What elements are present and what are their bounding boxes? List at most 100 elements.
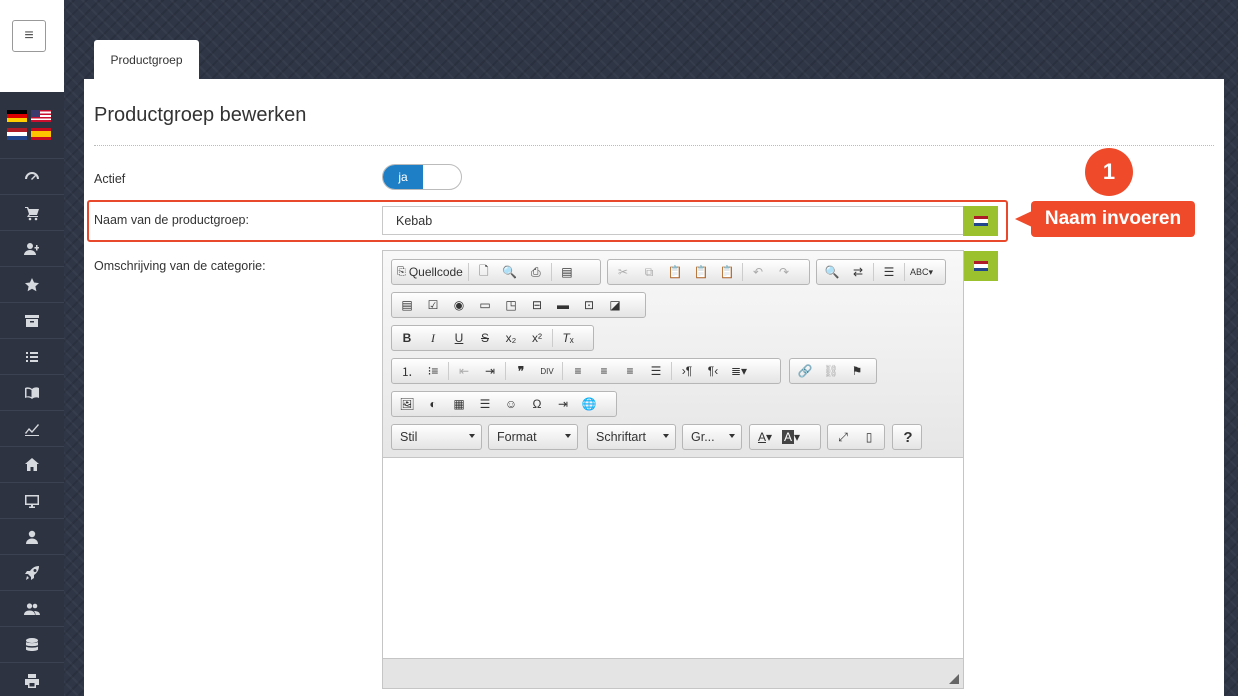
paste-button[interactable]: 📋 [662,261,688,283]
smiley-button[interactable]: ☺ [498,393,524,415]
checkbox-icon: ☑ [427,298,439,312]
hidden-field-button[interactable]: ◪ [602,294,628,316]
print-button[interactable]: ⎙ [523,261,549,283]
horizontal-rule-button[interactable]: ☰ [472,393,498,415]
align-left-button[interactable]: ≡ [565,360,591,382]
menu-toggle-button[interactable]: ≡ [12,20,46,52]
sidebar-item-statistics[interactable] [0,410,64,446]
blockquote-button[interactable]: ❞ [508,360,534,382]
numbered-list-button[interactable]: ⒈ [394,360,420,382]
align-right-icon: ≡ [626,364,634,378]
flag-us-icon[interactable] [31,110,51,122]
image-button[interactable]: 🖼 [394,393,420,415]
name-language-button[interactable] [963,206,998,236]
editor-toolbar: ⎘ Quellcode 🗋 🔍 ⎙ ▤ ✂ ⧉ 📋 📋 📋 ↶ ↷ 🔍 ⇄ ☰ [383,251,963,458]
special-char-button[interactable]: Ω [524,393,550,415]
sidebar-item-list[interactable] [0,338,64,374]
source-icon: ⎘ [397,265,406,278]
chart-icon [25,423,39,436]
sidebar-item-display[interactable] [0,482,64,518]
bg-color-button[interactable]: A ▾ [778,426,804,448]
resize-handle-icon[interactable] [949,674,959,684]
sidebar-item-database[interactable] [0,626,64,662]
show-blocks-button[interactable]: ▯ [856,426,882,448]
rtl-button[interactable]: ¶‹ [700,360,726,382]
new-page-button[interactable]: 🗋 [471,261,497,283]
sidebar-item-cart[interactable] [0,194,64,230]
bold-button[interactable]: B [394,327,420,349]
superscript-button[interactable]: x² [524,327,550,349]
flag-es-icon[interactable] [31,128,51,140]
redo-button[interactable]: ↷ [771,261,797,283]
textarea-button[interactable]: ◳ [498,294,524,316]
cut-button[interactable]: ✂ [610,261,636,283]
flash-button[interactable]: ◐ [420,393,446,415]
sidebar-item-favorites[interactable] [0,266,64,302]
sidebar-item-catalog[interactable] [0,374,64,410]
flag-nl-icon[interactable] [7,128,27,140]
format-combo[interactable]: Format [488,424,578,450]
indent-button[interactable]: ⇥ [477,360,503,382]
preview-button[interactable]: 🔍 [497,261,523,283]
tab-productgroep[interactable]: Productgroep [94,40,199,79]
sidebar-item-archive[interactable] [0,302,64,338]
name-input[interactable] [382,206,964,235]
font-combo[interactable]: Schriftart [587,424,676,450]
select-field-button[interactable]: ⊟ [524,294,550,316]
sidebar-item-home[interactable] [0,446,64,482]
italic-button[interactable]: I [420,327,446,349]
print-icon: ⎙ [531,264,541,279]
source-button[interactable]: ⎘ Quellcode [394,261,466,283]
text-field-button[interactable]: ▭ [472,294,498,316]
checkbox-button[interactable]: ☑ [420,294,446,316]
underline-button[interactable]: U [446,327,472,349]
image-button-field-button[interactable]: ⊡ [576,294,602,316]
sidebar-item-customers[interactable] [0,590,64,626]
toolbar-group-paragraph: ⒈ ⁝≡ ⇤ ⇥ ❞ DIV ≡ ≡ ≡ ☰ ›¶ ¶‹ ≣▾ [391,358,781,384]
editor-content-area[interactable] [383,459,963,659]
find-button[interactable]: 🔍 [819,261,845,283]
radio-button[interactable]: ◉ [446,294,472,316]
align-right-button[interactable]: ≡ [617,360,643,382]
spellcheck-button[interactable]: ABC▾ [907,261,936,283]
description-language-button[interactable] [963,251,998,281]
outdent-button[interactable]: ⇤ [451,360,477,382]
remove-format-button[interactable]: Tₓ [555,327,581,349]
sidebar-item-launch[interactable] [0,554,64,590]
button-field-button[interactable]: ▬ [550,294,576,316]
strike-button[interactable]: S [472,327,498,349]
page-break-button[interactable]: ⇥ [550,393,576,415]
bulleted-list-button[interactable]: ⁝≡ [420,360,446,382]
size-combo[interactable]: Gr... [682,424,742,450]
unlink-button[interactable]: ⛓ [818,360,844,382]
flag-de-icon[interactable] [7,110,27,122]
active-toggle[interactable]: ja [382,164,462,190]
align-center-button[interactable]: ≡ [591,360,617,382]
form-button[interactable]: ▤ [394,294,420,316]
sidebar-item-dashboard[interactable] [0,158,64,194]
help-button[interactable]: ? [895,426,921,448]
replace-button[interactable]: ⇄ [845,261,871,283]
paste-word-button[interactable]: 📋 [714,261,740,283]
maximize-button[interactable]: ⤢ [830,426,856,448]
sidebar-item-print[interactable] [0,662,64,696]
sidebar-item-account[interactable] [0,518,64,554]
undo-button[interactable]: ↶ [745,261,771,283]
paste-text-button[interactable]: 📋 [688,261,714,283]
text-color-button[interactable]: A▾ [752,426,778,448]
subscript-button[interactable]: x₂ [498,327,524,349]
ltr-button[interactable]: ›¶ [674,360,700,382]
language-button[interactable]: ≣▾ [726,360,752,382]
table-button[interactable]: ▦ [446,393,472,415]
div-container-button[interactable]: DIV [534,360,560,382]
justify-button[interactable]: ☰ [643,360,669,382]
link-button[interactable]: 🔗 [792,360,818,382]
select-all-button[interactable]: ☰ [876,261,902,283]
style-combo[interactable]: Stil [391,424,482,450]
toolbar-separator [562,362,563,380]
templates-button[interactable]: ▤ [554,261,580,283]
copy-button[interactable]: ⧉ [636,261,662,283]
sidebar-item-add-user[interactable] [0,230,64,266]
iframe-button[interactable]: 🌐 [576,393,602,415]
anchor-button[interactable]: ⚑ [844,360,870,382]
